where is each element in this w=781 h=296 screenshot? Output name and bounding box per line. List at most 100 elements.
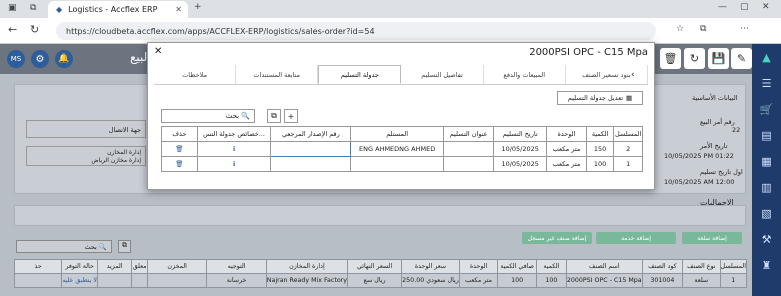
sidebar-docs-icon[interactable]: ▤ <box>752 122 781 148</box>
items-cell[interactable]: ريال سع <box>347 273 403 288</box>
items-cell[interactable]: 100 <box>497 273 537 288</box>
items-column-header[interactable]: المسلسل <box>719 259 747 274</box>
items-column-header[interactable]: حذ <box>13 259 63 274</box>
schedule-cell[interactable] <box>442 156 495 172</box>
settings-icon[interactable]: ⚙ <box>31 50 49 68</box>
sidebar-truck-icon[interactable]: ▦ <box>752 148 781 174</box>
items-cell[interactable]: 301004 <box>641 273 684 288</box>
schedule-column-header[interactable]: عنوان التسليم <box>442 126 495 142</box>
contact-field[interactable]: جهة الاتصال <box>26 120 146 138</box>
back-icon[interactable]: ← <box>8 23 17 36</box>
items-column-header[interactable]: المخزن <box>146 259 208 274</box>
schedule-cell[interactable] <box>270 141 352 157</box>
items-column-header[interactable]: اسم الصنف <box>565 259 643 274</box>
items-cell[interactable] <box>13 273 63 288</box>
items-cell[interactable]: سلعة <box>682 273 721 288</box>
maximize-icon[interactable]: ▢ <box>740 2 749 12</box>
modal-tab[interactable]: متابعة المستندات <box>236 65 319 84</box>
items-column-header[interactable]: المزيد <box>96 259 133 274</box>
close-window-icon[interactable]: ✕ <box>762 2 770 12</box>
items-cell[interactable]: خرسانة <box>206 273 267 288</box>
sidebar-users-icon[interactable]: ♜ <box>752 252 781 278</box>
items-cell[interactable]: 250.00 ريال سعودي <box>401 273 460 288</box>
schedule-column-header[interactable]: الوحدة <box>545 126 587 142</box>
notification-icon[interactable]: 🔔 <box>55 50 73 68</box>
add-unregistered-button[interactable]: إضافة صنف غير مسجل <box>522 232 592 244</box>
window-menu-icon[interactable]: ▣ <box>8 3 17 13</box>
schedule-cell[interactable]: 150 <box>585 141 615 157</box>
items-column-header[interactable]: إدارة المخازن <box>265 259 349 274</box>
url-field[interactable]: https://cloudbeta.accflex.com/apps/ACCFL… <box>56 22 656 40</box>
favorites-icon[interactable]: ☆ <box>676 24 684 34</box>
delete-row-icon[interactable]: 🗑 <box>161 156 198 172</box>
modal-tab[interactable]: ملاحظات <box>154 65 237 84</box>
schedule-column-header[interactable]: المستلم <box>350 126 444 142</box>
items-column-header[interactable]: نوع الصنف <box>682 259 721 274</box>
schedule-cell[interactable]: ENG AHMEDNG AHMED <box>350 141 444 157</box>
refresh-icon[interactable]: ↻ <box>30 23 39 36</box>
close-modal-icon[interactable]: ✕ <box>154 46 162 57</box>
items-column-header[interactable]: صافي الكمية <box>497 259 537 274</box>
items-column-header[interactable]: سعر الوحدة <box>401 259 460 274</box>
delete-icon[interactable]: 🗑 <box>660 48 681 69</box>
tabs-scroll-icon[interactable]: ‹ <box>631 70 635 80</box>
schedule-cell[interactable] <box>270 156 352 172</box>
items-column-header[interactable]: حالة التوفر <box>61 259 98 274</box>
schedule-column-header[interactable]: حذف <box>161 126 198 142</box>
extensions-icon[interactable]: ⧉ <box>700 24 706 34</box>
sidebar-tools-icon[interactable]: ⚒ <box>752 226 781 252</box>
schedule-cell[interactable]: 100 <box>585 156 615 172</box>
items-column-header[interactable]: كود الصنف <box>641 259 684 274</box>
reload-icon[interactable]: ↻ <box>684 48 705 69</box>
schedule-column-header[interactable]: المسلسل <box>613 126 643 142</box>
modal-tab[interactable]: المبيعات والدفع <box>484 65 566 84</box>
modal-tab[interactable]: جدولة التسليم <box>318 65 402 84</box>
schedule-search-input[interactable]: بحث 🔍 <box>161 109 255 123</box>
schedule-cell[interactable]: 10/05/2025 <box>493 141 547 157</box>
delete-row-icon[interactable]: 🗑 <box>161 141 198 157</box>
info-icon[interactable]: i <box>196 156 272 172</box>
items-cell[interactable]: 2000PSI OPC - C15 Mpa <box>565 273 643 288</box>
save-icon[interactable]: 💾 <box>708 48 729 69</box>
items-column-header[interactable]: السعر النهائي <box>347 259 403 274</box>
schedule-column-header[interactable]: رقم الإصدار المرجعي <box>270 126 352 142</box>
items-cell[interactable]: Najran Ready Mix Factory <box>265 273 349 288</box>
schedule-column-header[interactable]: خصائص جدولة التس... <box>196 126 272 142</box>
more-icon[interactable]: ⋯ <box>740 24 749 34</box>
schedule-row[interactable]: 🗑 i 10/05/2025 متر مكعب 100 1 <box>161 156 643 172</box>
items-cell[interactable]: لا ينطبق عليه <box>61 273 98 288</box>
tab-list-icon[interactable]: ⧉ <box>30 3 36 13</box>
items-cell[interactable] <box>146 273 208 288</box>
modal-tab[interactable]: تفاصيل التسليم <box>401 65 484 84</box>
edit-icon[interactable]: ✎ <box>731 48 752 69</box>
modal-tab[interactable]: بنود تسعير الصنف <box>566 65 648 84</box>
items-cell[interactable] <box>131 273 148 288</box>
items-cell[interactable]: متر مكعب <box>458 273 499 288</box>
add-service-button[interactable]: إضافة خدمة <box>596 232 676 244</box>
schedule-cell[interactable] <box>442 141 495 157</box>
add-item-button[interactable]: إضافة سلعة <box>682 232 742 244</box>
close-tab-icon[interactable]: ✕ <box>175 5 182 14</box>
items-cell[interactable]: 1 <box>719 273 747 288</box>
schedule-cell[interactable]: 1 <box>613 156 643 172</box>
copy-schedule-icon[interactable]: ⧉ <box>267 109 281 123</box>
schedule-row[interactable]: 🗑 i ENG AHMEDNG AHMED 10/05/2025 متر مكعب 150… <box>161 141 643 157</box>
schedule-cell[interactable] <box>350 156 444 172</box>
items-cell[interactable]: 100 <box>536 273 567 288</box>
items-column-header[interactable]: معلق <box>131 259 148 274</box>
schedule-column-header[interactable]: الكمية <box>585 126 615 142</box>
sidebar-reports-icon[interactable]: ▥ <box>752 174 781 200</box>
items-column-header[interactable]: التوجيه <box>206 259 267 274</box>
browser-tab[interactable]: ◆ Logistics - Accflex ERP ✕ <box>48 1 188 18</box>
minimize-icon[interactable]: — <box>718 2 727 12</box>
sidebar-cart-icon[interactable]: 🛒 <box>752 96 781 122</box>
schedule-cell[interactable]: متر مكعب <box>545 156 587 172</box>
store-field[interactable]: إدارة المخازن إدارة مخازن الرياض <box>26 146 146 166</box>
schedule-cell[interactable]: 10/05/2025 <box>493 156 547 172</box>
new-tab-icon[interactable]: + <box>194 2 202 12</box>
items-cell[interactable] <box>96 273 133 288</box>
items-column-header[interactable]: الوحدة <box>458 259 499 274</box>
sidebar-stock-icon[interactable]: ▧ <box>752 200 781 226</box>
schedule-column-header[interactable]: تاريخ التسليم <box>493 126 547 142</box>
copy-icon[interactable]: ⧉ <box>118 240 131 253</box>
